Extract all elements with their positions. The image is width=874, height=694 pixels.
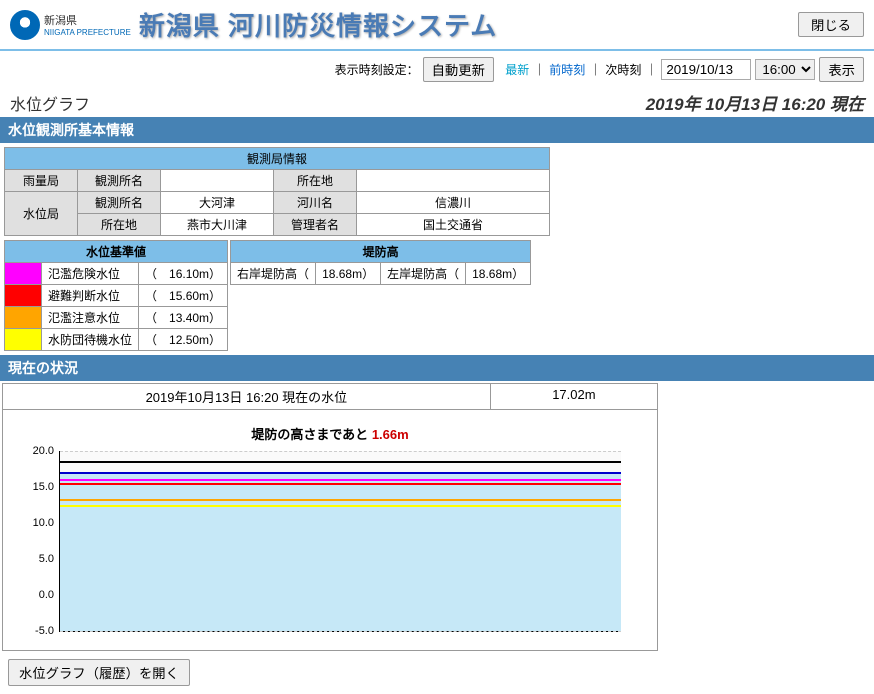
color-swatch [5,329,42,351]
time-select[interactable]: 16:00 [755,59,815,80]
page-timestamp: 2019年 10月13日 16:20 現在 [646,90,864,115]
station-info-table: 観測局情報 雨量局 観測所名 所在地 水位局 観測所名 大河津 河川名 信濃川 … [4,147,550,236]
next-time-link[interactable]: 次時刻 [605,61,641,78]
controls-label: 表示時刻設定： [335,61,419,78]
status-top-row: 2019年10月13日 16:20 現在の水位 17.02m [2,383,658,410]
water-level-chart: -5.00.05.010.015.020.0 [59,451,621,632]
history-button[interactable]: 水位グラフ（履歴）を開く [8,659,190,686]
auto-update-button[interactable]: 自動更新 [423,57,494,82]
show-button[interactable]: 表示 [819,57,864,82]
prev-time-link[interactable]: 前時刻 [549,61,585,78]
levee-table: 堤防高 右岸堤防高（18.68m） 左岸堤防高（18.68m） [230,240,531,285]
page-title: 水位グラフ [10,91,90,115]
color-swatch [5,285,42,307]
color-swatch [5,307,42,329]
app-title: 新潟県 河川防災情報システム [139,6,497,43]
logo-icon [10,10,40,40]
chart-title: 堤防の高さまであと 1.66m [9,424,651,443]
standards-table: 水位基準値 氾濫危険水位（ 16.10m） 避難判断水位（ 15.60m） 氾濫… [4,240,228,351]
prefecture-logo: 新潟県 NIIGATA PREFECTURE [10,10,131,40]
time-controls: 表示時刻設定： 自動更新 最新 ｜ 前時刻 ｜ 次時刻 ｜ 16:00 表示 [0,51,874,88]
date-input[interactable] [661,59,751,80]
section-basic-info: 水位観測所基本情報 [0,117,874,143]
section-current: 現在の状況 [0,355,874,381]
latest-link[interactable]: 最新 [505,61,529,78]
color-swatch [5,263,42,285]
pref-jp: 新潟県 [44,12,131,28]
chart-container: 堤防の高さまであと 1.66m -5.00.05.010.015.020.0 [2,410,658,651]
close-button[interactable]: 閉じる [798,12,864,37]
pref-en: NIIGATA PREFECTURE [44,28,131,37]
